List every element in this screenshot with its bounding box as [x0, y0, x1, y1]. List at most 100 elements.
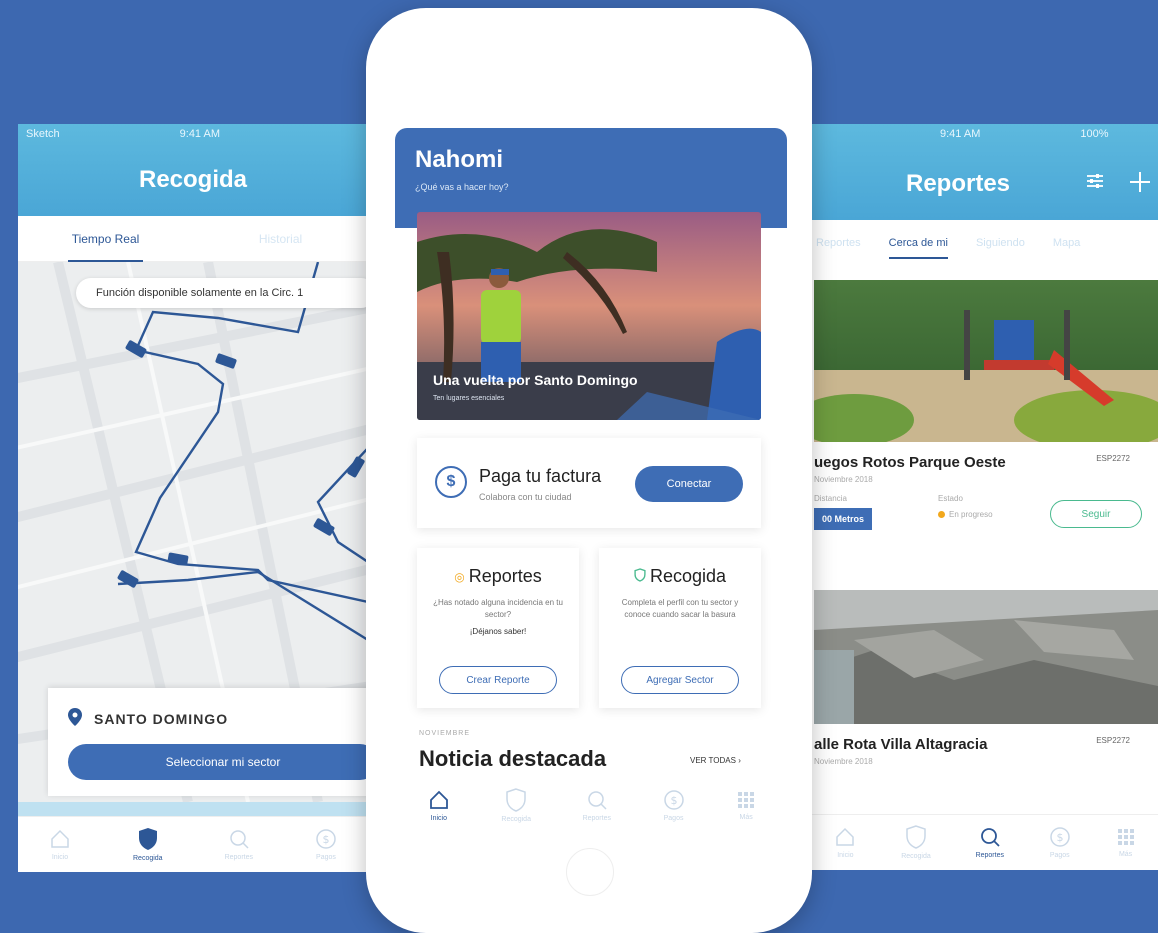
shield-icon	[505, 787, 527, 814]
add-icon[interactable]	[1128, 170, 1152, 201]
featured-banner[interactable]: Una vuelta por Santo Domingo Ten lugares…	[417, 212, 761, 420]
street-photo	[814, 590, 1158, 724]
grid-icon	[1116, 827, 1136, 849]
nav-item-recogida[interactable]: Recogida	[133, 827, 163, 862]
status-time: 9:41 AM	[940, 128, 981, 140]
nav-label: Inicio	[430, 814, 447, 822]
header-actions	[1084, 170, 1152, 201]
tab-mapa[interactable]: Mapa	[1053, 237, 1081, 249]
card-callout: ¡Déjanos saber!	[469, 627, 527, 636]
nav-item-recogida[interactable]: Recogida	[901, 825, 931, 860]
search-icon	[586, 789, 608, 813]
follow-button[interactable]: Seguir	[1050, 500, 1142, 528]
see-all-link[interactable]: VER TODAS ›	[690, 756, 741, 765]
report-title-text: alle Rota Villa Altagracia	[814, 736, 988, 753]
report-date: Noviembre 2018	[814, 475, 873, 484]
dollar-icon: $	[435, 466, 467, 498]
select-sector-button[interactable]: Seleccionar mi sector	[68, 744, 368, 780]
bottom-nav: Inicio Recogida Reportes $ Pagos Más	[402, 778, 782, 832]
add-sector-button[interactable]: Agregar Sector	[621, 666, 739, 694]
news-title: Noticia destacada	[419, 746, 607, 771]
search-icon	[228, 828, 250, 852]
report-meta: Distancia 00 Metros Estado En progreso S…	[814, 494, 1158, 530]
report-title: alle Rota Villa Altagracia ESP2272	[814, 724, 1158, 753]
status-dot-icon	[938, 511, 945, 518]
card-description: Completa el perfil con tu sector y conoc…	[621, 598, 739, 619]
nav-label: Recogida	[501, 815, 531, 823]
card-title: Recogida	[599, 566, 761, 587]
nav-label: Recogida	[133, 855, 163, 862]
right-tabs: Reportes Cerca de mi Siguiendo Mapa	[812, 220, 1158, 266]
nav-label: Inicio	[51, 854, 69, 861]
create-report-button[interactable]: Crear Reporte	[439, 666, 557, 694]
shield-icon	[137, 827, 159, 853]
sector-location: SANTO DOMINGO	[68, 708, 228, 729]
shield-icon	[905, 825, 927, 851]
home-icon	[49, 828, 71, 852]
chevron-right-icon: ›	[738, 756, 741, 765]
nav-item-reportes[interactable]: Reportes	[225, 828, 253, 861]
sector-name: SANTO DOMINGO	[94, 710, 229, 727]
map-notice: Función disponible solamente en la Circ.…	[76, 278, 368, 308]
card-description: ¿Has notado alguna incidencia en tu sect…	[433, 598, 563, 619]
nav-item-inicio[interactable]: Inicio	[49, 828, 71, 861]
nav-label: Inicio	[837, 852, 854, 859]
nav-item-reportes[interactable]: Reportes	[976, 826, 1004, 859]
home-icon	[834, 826, 856, 850]
tab-siguiendo[interactable]: Siguiendo	[976, 237, 1025, 249]
tab-reportes[interactable]: Reportes	[816, 237, 861, 249]
greeting-subtitle: ¿Qué vas a hacer hoy?	[415, 182, 509, 192]
location-pin-icon	[68, 708, 82, 729]
tab-historial[interactable]: Historial	[193, 216, 368, 261]
hero-photo	[417, 212, 761, 420]
recogida-card: Recogida Completa el perfil con tu secto…	[599, 548, 761, 708]
banner-title: Una vuelta por Santo Domingo	[433, 372, 638, 388]
nav-item-mas[interactable]: Más	[1116, 827, 1136, 858]
connect-button[interactable]: Conectar	[635, 466, 743, 502]
greeting-name: Nahomi	[415, 146, 504, 173]
nav-item-inicio[interactable]: Inicio	[428, 789, 450, 822]
bottom-nav: Inicio Recogida Reportes $ Pagos	[18, 816, 368, 872]
dollar-icon: $	[663, 789, 685, 813]
nav-item-pagos[interactable]: $ Pagos	[663, 789, 685, 822]
nav-label: Reportes	[975, 852, 1004, 859]
bottom-nav: Inicio Recogida Reportes $ Pagos Más	[812, 814, 1158, 870]
card-title: ◎ Reportes	[417, 566, 579, 587]
home-button[interactable]	[566, 848, 614, 896]
tab-tiempo-real[interactable]: Tiempo Real	[18, 216, 193, 262]
nav-item-mas[interactable]: Más	[736, 790, 756, 821]
pay-subtitle: Colabora con tu ciudad	[479, 492, 572, 502]
svg-text:$: $	[670, 794, 677, 807]
report-card[interactable]: alle Rota Villa Altagracia ESP2272 Novie…	[814, 590, 1158, 766]
banner-subtitle: Ten lugares esenciales	[433, 395, 505, 402]
see-all-label: VER TODAS	[690, 756, 736, 765]
nav-label: Recogida	[901, 853, 931, 860]
grid-icon	[736, 790, 756, 812]
nav-item-inicio[interactable]: Inicio	[834, 826, 856, 859]
pay-bill-card: $ Paga tu factura Colabora con tu ciudad…	[417, 438, 761, 528]
estado-value: En progreso	[938, 510, 993, 519]
nav-label: Reportes	[582, 814, 611, 822]
nav-item-pagos[interactable]: $ Pagos	[315, 828, 337, 861]
nav-item-reportes[interactable]: Reportes	[583, 789, 611, 822]
tab-cerca-de-mi[interactable]: Cerca de mi	[888, 237, 948, 259]
report-card[interactable]: uegos Rotos Parque Oeste ESP2272 Noviemb…	[814, 280, 1158, 530]
report-code: ESP2272	[1096, 454, 1130, 463]
estado-text: En progreso	[949, 510, 993, 519]
filter-icon[interactable]	[1084, 170, 1106, 201]
left-tabs: Tiempo Real Historial	[18, 216, 368, 262]
nav-label: Más	[1118, 851, 1133, 858]
report-image	[814, 590, 1158, 724]
page-title: Recogida	[138, 166, 248, 193]
distance-label: Distancia	[814, 494, 847, 503]
page-title: Reportes	[906, 170, 1011, 197]
reportes-card: ◎ Reportes ¿Has notado alguna incidencia…	[417, 548, 579, 708]
reportes-card-title: Reportes	[468, 566, 542, 586]
alert-icon: ◎	[454, 569, 465, 584]
recogida-card-title: Recogida	[649, 566, 727, 586]
nav-item-pagos[interactable]: $ Pagos	[1049, 826, 1071, 859]
report-title: uegos Rotos Parque Oeste ESP2272	[814, 442, 1158, 471]
center-phone: Nahomi ¿Qué vas a hacer hoy? Una vuelta …	[366, 8, 812, 933]
nav-item-recogida[interactable]: Recogida	[501, 787, 531, 823]
estado-label: Estado	[938, 494, 963, 503]
